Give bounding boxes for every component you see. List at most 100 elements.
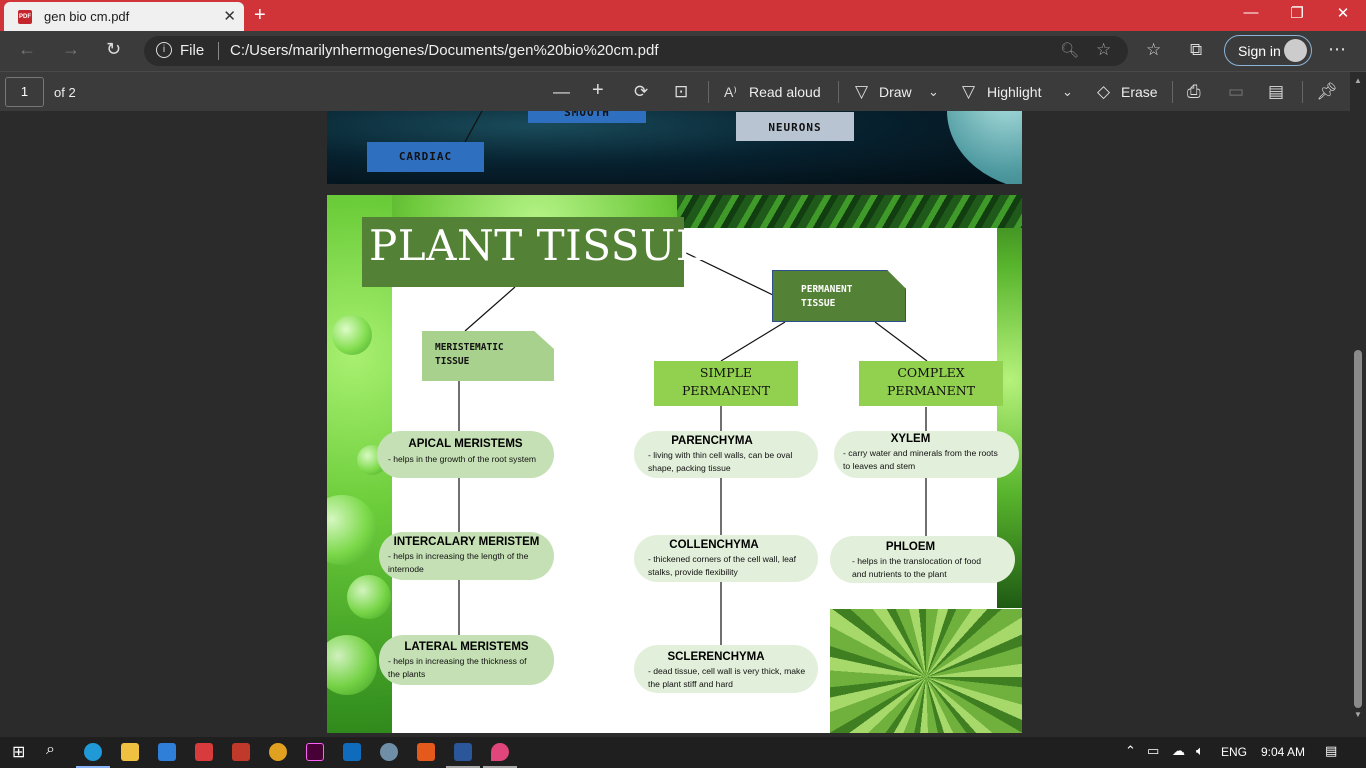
sign-in-label: Sign in xyxy=(1238,43,1281,59)
highlight-icon[interactable]: ▽ xyxy=(962,82,975,102)
node-description: - carry water and minerals from the root… xyxy=(843,448,998,471)
chrome-icon[interactable] xyxy=(269,743,287,761)
node-description: - helps in increasing the length of the … xyxy=(388,551,529,574)
battery-icon[interactable]: ▭ xyxy=(1147,743,1159,759)
pdf-page-1: SMOOTH CARDIAC NEURONS xyxy=(327,111,1022,184)
store-icon[interactable] xyxy=(158,743,176,761)
toolbar-divider xyxy=(1302,81,1303,103)
window-close-icon[interactable]: ✕ xyxy=(1328,4,1358,22)
back-icon[interactable]: ← xyxy=(18,39,36,60)
scroll-up-icon[interactable]: ▲ xyxy=(1354,76,1362,85)
read-aloud-icon[interactable]: A⁾ xyxy=(724,84,737,101)
simple-permanent-box: SIMPLE PERMANENT xyxy=(654,361,798,406)
pdf-viewer[interactable]: SMOOTH CARDIAC NEURONS PLANT TISSUES PER… xyxy=(0,111,1350,737)
pin-toolbar-icon[interactable]: 📌︎ xyxy=(1316,82,1338,102)
word-icon[interactable] xyxy=(454,743,472,761)
save-as-icon[interactable]: ▤ xyxy=(1268,82,1284,102)
window-titlebar: PDF gen bio cm.pdf ✕ + — ❐ ✕ xyxy=(0,0,1366,31)
settings-app-icon[interactable] xyxy=(380,743,398,761)
sign-in-button[interactable]: Sign in xyxy=(1224,35,1312,66)
rotate-icon[interactable]: ⟳ xyxy=(634,82,648,102)
scroll-down-icon[interactable]: ▼ xyxy=(1354,710,1362,719)
profile-avatar-icon xyxy=(1284,39,1307,62)
more-options-icon[interactable]: ⋯ xyxy=(1328,39,1346,60)
node-description: - thickened corners of the cell wall, le… xyxy=(648,554,797,577)
draw-button[interactable]: Draw xyxy=(879,84,912,100)
node-description: - helps in the growth of the root system xyxy=(388,454,537,464)
connector-line xyxy=(464,111,483,142)
page-title: PLANT TISSUES xyxy=(369,221,737,270)
notifications-icon[interactable]: ▤ xyxy=(1325,743,1337,759)
print-icon[interactable]: ⎙ xyxy=(1187,82,1201,102)
new-tab-icon[interactable]: + xyxy=(254,4,266,27)
color-app-icon[interactable] xyxy=(491,743,509,761)
collections-icon[interactable]: ⧉ xyxy=(1190,40,1202,60)
mail-app-icon[interactable] xyxy=(195,743,213,761)
browser-tab[interactable]: PDF gen bio cm.pdf ✕ xyxy=(4,2,244,31)
zoom-icon[interactable]: 🔍︎ xyxy=(1060,41,1079,59)
favorite-star-icon[interactable]: ☆ xyxy=(1096,40,1111,60)
favorites-icon[interactable]: ☆ xyxy=(1146,40,1161,60)
adobe-xd-icon[interactable] xyxy=(306,743,324,761)
windows-start-icon[interactable]: ⊞ xyxy=(12,742,25,762)
node-heading: LATERAL MERISTEMS xyxy=(404,641,529,653)
highlight-button[interactable]: Highlight xyxy=(987,84,1041,100)
restore-icon[interactable]: ❐ xyxy=(1282,4,1312,22)
language-indicator[interactable]: ENG xyxy=(1221,745,1247,759)
toolbar-divider xyxy=(1172,81,1173,103)
apical-meristems-node: APICAL MERISTEMS - helps in the growth o… xyxy=(377,431,554,478)
toolbar-divider xyxy=(708,81,709,103)
meristematic-tissue-label: MERISTEMATIC TISSUE xyxy=(435,342,504,367)
office-icon[interactable] xyxy=(417,743,435,761)
parenchyma-node: PARENCHYMA - living with thin cell walls… xyxy=(634,431,818,478)
permanent-tissue-label: PERMANENT TISSUE xyxy=(801,284,853,309)
draw-chevron-down-icon[interactable]: ⌄ xyxy=(928,84,939,100)
zoom-out-icon[interactable]: — xyxy=(553,82,570,102)
save-icon[interactable]: ▭ xyxy=(1228,82,1244,102)
simple-permanent-label: SIMPLE xyxy=(699,365,753,380)
complex-permanent-label: COMPLEX xyxy=(897,365,965,380)
draw-icon[interactable]: ▽ xyxy=(855,82,868,102)
outlook-icon[interactable] xyxy=(343,743,361,761)
erase-icon[interactable]: ◇ xyxy=(1097,82,1110,102)
fit-page-icon[interactable]: ⊡ xyxy=(674,82,688,102)
windows-taskbar: ⊞ ⌕ ⌃ ▭ ☁ 🔈︎ ENG 9:04 AM ▤ xyxy=(0,737,1366,768)
network-icon[interactable]: ☁ xyxy=(1172,743,1185,759)
address-prefix: File xyxy=(180,42,205,59)
search-icon[interactable]: ⌕ xyxy=(46,741,55,759)
file-explorer-icon[interactable] xyxy=(121,743,139,761)
info-icon[interactable]: i xyxy=(156,42,172,58)
address-divider xyxy=(218,42,219,60)
tab-close-icon[interactable]: ✕ xyxy=(223,7,236,25)
tray-chevron-up-icon[interactable]: ⌃ xyxy=(1125,743,1136,759)
node-description: - dead tissue, cell wall is very thick, … xyxy=(648,666,806,689)
minimize-icon[interactable]: — xyxy=(1236,4,1266,21)
address-url[interactable]: C:/Users/marilynhermogenes/Documents/gen… xyxy=(230,42,659,59)
volume-icon[interactable]: 🔈︎ xyxy=(1196,743,1204,759)
pdf-reader-icon[interactable] xyxy=(232,743,250,761)
edge-taskbar-icon[interactable] xyxy=(84,743,102,761)
scrollbar-thumb[interactable] xyxy=(1354,350,1362,708)
sclerenchyma-node: SCLERENCHYMA - dead tissue, cell wall is… xyxy=(634,645,818,693)
highlight-chevron-down-icon[interactable]: ⌄ xyxy=(1062,84,1073,100)
forward-icon[interactable]: → xyxy=(62,39,80,60)
node-heading: APICAL MERISTEMS xyxy=(408,438,523,450)
node-heading: XYLEM xyxy=(890,433,931,445)
zoom-in-icon[interactable]: + xyxy=(592,79,604,102)
permanent-tissue-box: PERMANENT TISSUE xyxy=(772,270,906,322)
tab-title: gen bio cm.pdf xyxy=(44,9,130,24)
node-heading: PHLOEM xyxy=(885,541,936,553)
refresh-icon[interactable]: ↻ xyxy=(106,39,121,60)
page-count: of 2 xyxy=(54,85,76,100)
smooth-muscle-label: SMOOTH xyxy=(528,111,646,123)
clock[interactable]: 9:04 AM xyxy=(1261,745,1305,759)
erase-button[interactable]: Erase xyxy=(1121,84,1158,100)
complex-permanent-label-line2: PERMANENT xyxy=(886,383,976,398)
node-description: - helps in increasing the thickness of t… xyxy=(388,656,527,679)
meristematic-tissue-box: MERISTEMATIC TISSUE xyxy=(422,331,554,381)
read-aloud-button[interactable]: Read aloud xyxy=(749,84,821,100)
vertical-scrollbar[interactable]: ▲ ▼ xyxy=(1350,72,1366,737)
page-number-input[interactable]: 1 xyxy=(5,77,44,107)
address-input[interactable]: i File C:/Users/marilynhermogenes/Docume… xyxy=(144,36,1128,66)
lateral-meristems-node: LATERAL MERISTEMS - helps in increasing … xyxy=(379,635,554,685)
